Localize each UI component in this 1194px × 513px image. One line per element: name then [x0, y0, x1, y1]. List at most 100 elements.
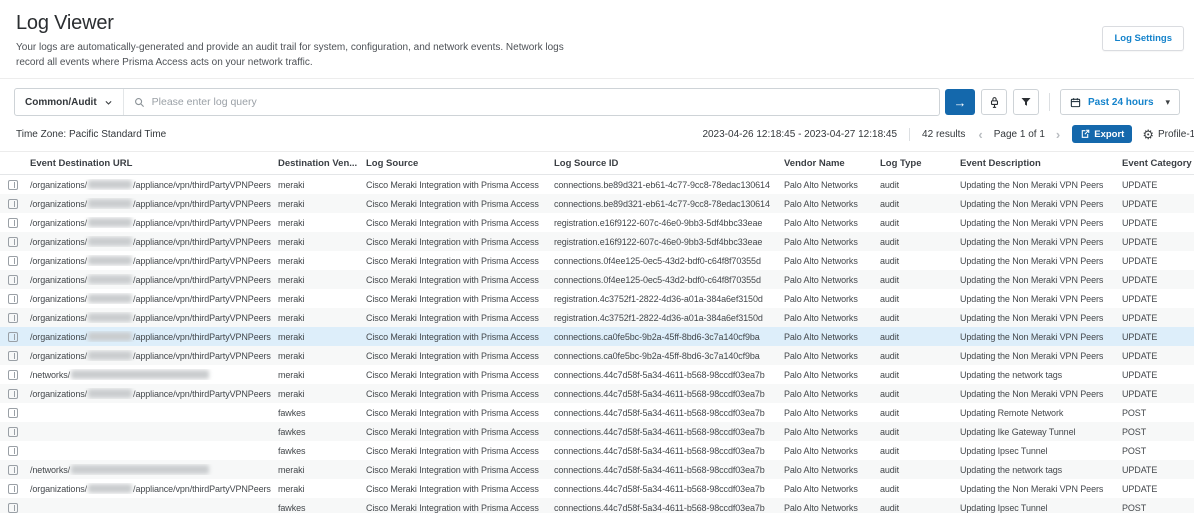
open-details-panel-icon[interactable] [8, 465, 18, 475]
open-details-panel-icon[interactable] [8, 427, 18, 437]
open-details-panel-icon[interactable] [8, 446, 18, 456]
open-details-panel-icon[interactable] [8, 332, 18, 342]
page-description-line2: record all events where Prisma Access ac… [16, 57, 313, 68]
export-button[interactable]: Export [1072, 125, 1132, 143]
table-row[interactable]: /organizations//appliance/vpn/thirdParty… [0, 251, 1194, 270]
table-row[interactable]: /organizations//appliance/vpn/thirdParty… [0, 232, 1194, 251]
pinned-query-button[interactable] [981, 89, 1007, 115]
cell-log-source: Cisco Meraki Integration with Prisma Acc… [366, 313, 554, 323]
cell-vendor-name: Palo Alto Networks [784, 351, 880, 361]
cell-event-description: Updating the network tags [960, 370, 1122, 380]
time-range-selector[interactable]: Past 24 hours ▾ [1060, 89, 1180, 115]
column-header-log-source-id[interactable]: Log Source ID [554, 158, 784, 169]
cell-row-actions [0, 446, 30, 456]
table-row[interactable]: /organizations//appliance/vpn/thirdParty… [0, 384, 1194, 403]
table-row[interactable]: /networks/ meraki Cisco Meraki Integrati… [0, 460, 1194, 479]
table-row[interactable]: /organizations//appliance/vpn/thirdParty… [0, 194, 1194, 213]
table-row[interactable]: /organizations//appliance/vpn/thirdParty… [0, 175, 1194, 194]
open-details-panel-icon[interactable] [8, 275, 18, 285]
redacted-blur [88, 237, 132, 246]
table-row[interactable]: /organizations//appliance/vpn/thirdParty… [0, 479, 1194, 498]
cell-destination-vendor: meraki [278, 370, 366, 380]
open-details-panel-icon[interactable] [8, 408, 18, 418]
log-query-input[interactable]: Please enter log query [124, 96, 939, 108]
cell-log-source: Cisco Meraki Integration with Prisma Acc… [366, 503, 554, 513]
cell-log-source: Cisco Meraki Integration with Prisma Acc… [366, 351, 554, 361]
open-details-panel-icon[interactable] [8, 237, 18, 247]
cell-event-category: UPDATE [1122, 275, 1194, 285]
open-details-panel-icon[interactable] [8, 218, 18, 228]
table-row[interactable]: /organizations//appliance/vpn/thirdParty… [0, 308, 1194, 327]
table-row[interactable]: /organizations//appliance/vpn/thirdParty… [0, 346, 1194, 365]
table-row[interactable]: /organizations//appliance/vpn/thirdParty… [0, 213, 1194, 232]
open-details-panel-icon[interactable] [8, 503, 18, 513]
profile-label[interactable]: Profile-1 [1158, 129, 1194, 140]
table-row[interactable]: fawkes Cisco Meraki Integration with Pri… [0, 422, 1194, 441]
date-range-label: 2023-04-26 12:18:45 - 2023-04-27 12:18:4… [702, 129, 897, 140]
cell-log-source: Cisco Meraki Integration with Prisma Acc… [366, 237, 554, 247]
cell-log-type: audit [880, 180, 960, 190]
cell-event-category: UPDATE [1122, 218, 1194, 228]
cell-event-description: Updating Ike Gateway Tunnel [960, 427, 1122, 437]
open-details-panel-icon[interactable] [8, 256, 18, 266]
cell-row-actions [0, 332, 30, 342]
table-row[interactable]: fawkes Cisco Meraki Integration with Pri… [0, 498, 1194, 513]
cell-event-description: Updating the Non Meraki VPN Peers [960, 237, 1122, 247]
cell-vendor-name: Palo Alto Networks [784, 313, 880, 323]
open-details-panel-icon[interactable] [8, 351, 18, 361]
column-header-log-type[interactable]: Log Type [880, 158, 960, 169]
prev-page-button[interactable]: ‹ [978, 127, 982, 142]
cell-destination-vendor: meraki [278, 389, 366, 399]
column-header-event-category[interactable]: Event Category [1122, 158, 1194, 169]
open-details-panel-icon[interactable] [8, 199, 18, 209]
redacted-blur [88, 294, 132, 303]
filter-button[interactable] [1013, 89, 1039, 115]
cell-log-source: Cisco Meraki Integration with Prisma Acc… [366, 484, 554, 494]
results-infobar: Time Zone: Pacific Standard Time 2023-04… [0, 124, 1194, 144]
cell-vendor-name: Palo Alto Networks [784, 484, 880, 494]
open-details-panel-icon[interactable] [8, 294, 18, 304]
table-row[interactable]: /organizations//appliance/vpn/thirdParty… [0, 327, 1194, 346]
run-query-button[interactable]: → [945, 89, 975, 115]
column-header-destination-vendor[interactable]: Destination Ven... [278, 158, 366, 169]
column-header-log-source[interactable]: Log Source [366, 158, 554, 169]
cell-log-source: Cisco Meraki Integration with Prisma Acc… [366, 408, 554, 418]
log-type-selector[interactable]: Common/Audit [15, 89, 124, 115]
table-row[interactable]: /networks/ meraki Cisco Meraki Integrati… [0, 365, 1194, 384]
column-header-event-destination-url[interactable]: Event Destination URL [30, 158, 278, 169]
open-details-panel-icon[interactable] [8, 484, 18, 494]
page-title: Log Viewer [16, 12, 1178, 35]
log-table: Event Destination URL Destination Ven...… [0, 151, 1194, 513]
cell-event-description: Updating the Non Meraki VPN Peers [960, 294, 1122, 304]
open-details-panel-icon[interactable] [8, 313, 18, 323]
time-range-label: Past 24 hours [1088, 97, 1154, 108]
table-row[interactable]: /organizations//appliance/vpn/thirdParty… [0, 289, 1194, 308]
cell-log-type: audit [880, 503, 960, 513]
column-header-vendor-name[interactable]: Vendor Name [784, 158, 880, 169]
redacted-blur [88, 313, 132, 322]
profile-settings-gear-icon[interactable]: ⚙ [1142, 128, 1154, 141]
table-row[interactable]: /organizations//appliance/vpn/thirdParty… [0, 270, 1194, 289]
cell-log-source: Cisco Meraki Integration with Prisma Acc… [366, 465, 554, 475]
column-header-event-description[interactable]: Event Description [960, 158, 1122, 169]
table-row[interactable]: fawkes Cisco Meraki Integration with Pri… [0, 403, 1194, 422]
cell-log-source-id: connections.44c7d58f-5a34-4611-b568-98cc… [554, 503, 784, 513]
cell-destination-vendor: meraki [278, 218, 366, 228]
cell-vendor-name: Palo Alto Networks [784, 446, 880, 456]
page-indicator: Page 1 of 1 [994, 129, 1045, 140]
cell-log-source: Cisco Meraki Integration with Prisma Acc… [366, 218, 554, 228]
next-page-button[interactable]: › [1056, 127, 1060, 142]
redacted-blur [71, 465, 209, 474]
search-icon [134, 97, 145, 108]
page-header: Log Viewer Your logs are automatically-g… [0, 0, 1194, 79]
cell-log-source-id: connections.44c7d58f-5a34-4611-b568-98cc… [554, 389, 784, 399]
table-row[interactable]: fawkes Cisco Meraki Integration with Pri… [0, 441, 1194, 460]
cell-log-source-id: connections.0f4ee125-0ec5-43d2-bdf0-c64f… [554, 275, 784, 285]
open-details-panel-icon[interactable] [8, 370, 18, 380]
open-details-panel-icon[interactable] [8, 389, 18, 399]
cell-event-category: POST [1122, 503, 1194, 513]
log-settings-button[interactable]: Log Settings [1102, 26, 1184, 51]
table-header-row: Event Destination URL Destination Ven...… [0, 152, 1194, 175]
cell-event-description: Updating the Non Meraki VPN Peers [960, 484, 1122, 494]
open-details-panel-icon[interactable] [8, 180, 18, 190]
